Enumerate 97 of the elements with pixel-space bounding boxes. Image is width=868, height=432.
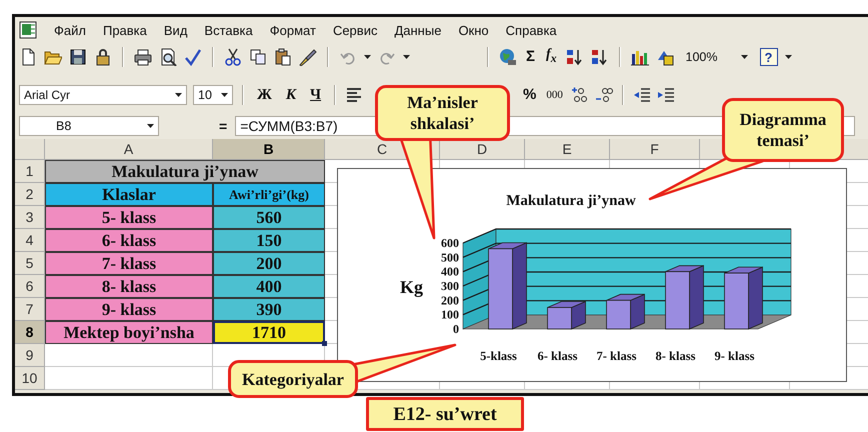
callout: Diagramma temasi’ [722, 98, 844, 162]
table-cell[interactable]: Klaslar [45, 183, 213, 206]
menu-item[interactable]: Справка [506, 22, 557, 38]
row-header[interactable]: 4 [15, 229, 45, 252]
category-label: 6- klass [538, 349, 578, 363]
caret-icon[interactable] [364, 54, 371, 60]
menu-item[interactable]: Правка [102, 22, 147, 38]
menu-item[interactable]: Файл [54, 22, 86, 38]
axis-tick-label: 100 [441, 308, 459, 322]
thousands-button[interactable]: 000 [544, 86, 565, 104]
brush-icon[interactable] [299, 48, 317, 66]
axis-title: Kg [400, 277, 424, 297]
caret-icon[interactable] [784, 54, 792, 60]
row-header[interactable]: 3 [15, 206, 45, 229]
category-label: 9- klass [714, 349, 754, 363]
chart-title: Makulatura ji’ynaw [506, 193, 636, 209]
axis-tick-label: 0 [453, 322, 459, 336]
print-icon[interactable] [134, 48, 152, 66]
caret-icon[interactable] [221, 92, 228, 98]
row-header[interactable]: 1 [15, 160, 45, 183]
copy-icon[interactable] [249, 48, 267, 66]
menu-item[interactable]: Вставка [204, 22, 253, 38]
row-header[interactable]: 7 [15, 298, 45, 321]
function-button[interactable]: f$_{x}$ [544, 46, 559, 68]
menu-item[interactable]: Сервис [332, 22, 378, 38]
column-header[interactable]: E [525, 139, 610, 160]
bar-chart-icon[interactable] [630, 48, 649, 66]
caret-icon[interactable] [147, 123, 154, 129]
padlock-icon[interactable] [94, 48, 112, 66]
font-size-dropdown[interactable]: 10 [193, 85, 233, 105]
underline-button[interactable]: Ч [306, 86, 326, 104]
align-left-icon[interactable] [345, 86, 364, 104]
axis-tick-label: 200 [441, 293, 459, 308]
caret-icon[interactable] [740, 54, 748, 60]
table-cell[interactable]: 9- klass [45, 298, 213, 321]
callout: Kategoriyalar [228, 360, 358, 398]
caret-icon[interactable] [403, 54, 410, 60]
menu-item[interactable]: Данные [394, 22, 442, 38]
bold-button[interactable]: Ж [253, 86, 276, 104]
axis-tick-label: 600 [441, 236, 459, 250]
cut-icon[interactable] [224, 48, 242, 66]
row-header[interactable]: 2 [15, 183, 45, 206]
row-header[interactable]: 6 [15, 275, 45, 298]
table-cell[interactable]: 7- klass [45, 252, 213, 275]
table-cell[interactable]: 400 [213, 275, 325, 298]
row-header[interactable]: 10 [15, 367, 45, 390]
column-header[interactable]: A [45, 139, 213, 160]
row-header[interactable]: 9 [15, 344, 45, 367]
row-header[interactable]: 5 [15, 252, 45, 275]
print-preview-icon[interactable] [159, 48, 177, 66]
decrease-decimal-icon[interactable] [594, 86, 613, 104]
save-icon[interactable] [69, 48, 87, 66]
axis-tick-label: 500 [441, 250, 459, 264]
bar [547, 307, 572, 330]
name-box[interactable]: B8 [19, 116, 159, 136]
category-label: 5-klass [480, 349, 517, 363]
figure-caption: E12- su’wret [366, 397, 524, 431]
column-header[interactable]: D [440, 139, 525, 160]
column-header[interactable]: B [213, 139, 325, 160]
decrease-indent-icon[interactable] [632, 86, 651, 104]
category-label: 7- klass [596, 349, 636, 363]
checkmark-icon[interactable] [184, 48, 202, 66]
table-cell[interactable]: Mektep boyi’nsha [45, 321, 213, 344]
axis-tick-label: 400 [441, 264, 459, 279]
axis-tick-label: 300 [441, 279, 459, 293]
caret-icon[interactable] [175, 92, 182, 98]
table-cell[interactable]: Awi’rli’gi’(kg) [213, 183, 325, 206]
callout: Ma’nisler shkalasi’ [375, 85, 510, 141]
paste-icon[interactable] [274, 48, 292, 66]
increase-decimal-icon[interactable] [570, 86, 589, 104]
table-cell[interactable]: 200 [213, 252, 325, 275]
sort-ascending-icon[interactable] [566, 48, 584, 66]
menu-item[interactable]: Формат [270, 22, 316, 38]
table-cell[interactable]: 150 [213, 229, 325, 252]
increase-indent-icon[interactable] [656, 86, 675, 104]
italic-button[interactable]: К [282, 86, 300, 104]
excel-logo-icon[interactable] [19, 21, 37, 39]
table-cell[interactable]: 6- klass [45, 229, 213, 252]
font-dropdown[interactable]: Arial Cyr [19, 85, 187, 105]
autosum-button[interactable]: Σ [524, 48, 538, 66]
table-cell[interactable]: 390 [213, 298, 325, 321]
category-label: 8- klass [656, 349, 696, 363]
menu-item[interactable]: Вид [164, 22, 188, 38]
column-header[interactable]: F [610, 139, 700, 160]
table-cell[interactable]: Makulatura ji’ynaw [45, 160, 325, 183]
help-button[interactable]: ? [760, 48, 778, 66]
row-header[interactable]: 8 [15, 321, 45, 344]
table-cell[interactable]: 5- klass [45, 206, 213, 229]
menu-item[interactable]: Окно [458, 22, 489, 38]
percent-button[interactable]: % [521, 86, 538, 104]
table-cell[interactable]: 560 [213, 206, 325, 229]
globe-icon[interactable] [499, 48, 517, 66]
sort-descending-icon[interactable] [590, 48, 609, 66]
zoom-dropdown[interactable]: 100% [680, 47, 753, 67]
equals-button[interactable]: = [217, 117, 230, 135]
table-cell[interactable]: 8- klass [45, 275, 213, 298]
table-cell[interactable]: 1710 [213, 321, 325, 344]
